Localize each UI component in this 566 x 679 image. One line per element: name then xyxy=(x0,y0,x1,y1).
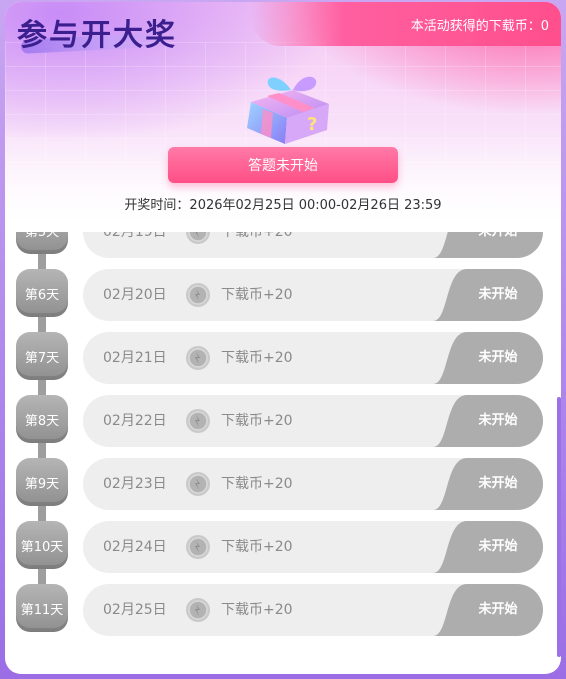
day-row: 第10天 02月24日 下载币+20 未开始 xyxy=(5,521,561,575)
day-status-label: 未开始 xyxy=(478,413,518,428)
day-date: 02月25日 xyxy=(103,602,167,618)
day-status-label: 未开始 xyxy=(478,539,518,554)
day-badge: 第8天 xyxy=(16,395,68,443)
day-status-button[interactable]: 未开始 xyxy=(423,584,543,636)
coin-icon xyxy=(186,409,210,433)
day-status-button[interactable]: 未开始 xyxy=(423,395,543,447)
day-status-button[interactable]: 未开始 xyxy=(423,232,543,258)
day-status-button[interactable]: 未开始 xyxy=(423,332,543,384)
day-status-button[interactable]: 未开始 xyxy=(423,269,543,321)
day-row: 第11天 02月25日 下载币+20 未开始 xyxy=(5,584,561,638)
svg-text:?: ? xyxy=(307,114,317,135)
coin-icon xyxy=(186,598,210,622)
lottery-panel: 参与开大奖 本活动获得的下载币：0 ? 答题未开始 开奖时间：2026年02月2… xyxy=(5,2,561,674)
day-row: 第7天 02月21日 下载币+20 未开始 xyxy=(5,332,561,386)
day-reward: 下载币+20 xyxy=(221,476,293,492)
day-reward: 下载币+20 xyxy=(221,602,293,618)
day-status-label: 未开始 xyxy=(478,287,518,302)
day-badge: 第9天 xyxy=(16,458,68,506)
day-status-label: 未开始 xyxy=(478,476,518,491)
day-badge: 第11天 xyxy=(16,584,68,632)
day-status-label: 未开始 xyxy=(453,232,543,258)
day-card: 02月21日 下载币+20 未开始 xyxy=(83,332,543,384)
day-row: 第9天 02月23日 下载币+20 未开始 xyxy=(5,458,561,512)
coin-icon xyxy=(186,232,210,244)
coin-balance-text: 本活动获得的下载币：0 xyxy=(410,18,549,34)
day-date: 02月20日 xyxy=(103,287,167,303)
day-card: 02月23日 下载币+20 未开始 xyxy=(83,458,543,510)
day-row: 第5天 02月19日 下载币+20 未开始 xyxy=(5,232,561,260)
gift-box-icon: ? xyxy=(247,76,329,144)
day-reward: 下载币+20 xyxy=(221,232,293,240)
hero-banner: 参与开大奖 本活动获得的下载币：0 ? 答题未开始 开奖时间：2026年02月2… xyxy=(5,2,561,232)
day-badge: 第7天 xyxy=(16,332,68,380)
coin-icon xyxy=(186,283,210,307)
quiz-status-label: 答题未开始 xyxy=(248,158,318,174)
day-card: 02月20日 下载币+20 未开始 xyxy=(83,269,543,321)
day-card: 02月24日 下载币+20 未开始 xyxy=(83,521,543,573)
page-title: 参与开大奖 xyxy=(17,18,177,53)
day-status-label: 未开始 xyxy=(478,350,518,365)
day-date: 02月24日 xyxy=(103,539,167,555)
title-block: 参与开大奖 xyxy=(17,10,177,54)
day-row: 第8天 02月22日 下载币+20 未开始 xyxy=(5,395,561,449)
day-badge: 第10天 xyxy=(16,521,68,569)
quiz-status-button[interactable]: 答题未开始 xyxy=(168,147,398,183)
day-badge: 第5天 xyxy=(16,232,68,254)
day-reward: 下载币+20 xyxy=(221,539,293,555)
day-status-button[interactable]: 未开始 xyxy=(423,458,543,510)
day-date: 02月19日 xyxy=(103,232,167,240)
day-date: 02月23日 xyxy=(103,476,167,492)
day-status-button[interactable]: 未开始 xyxy=(423,521,543,573)
day-row: 第6天 02月20日 下载币+20 未开始 xyxy=(5,269,561,323)
coin-balance-badge: 本活动获得的下载币：0 xyxy=(251,2,561,46)
day-date: 02月22日 xyxy=(103,413,167,429)
day-reward: 下载币+20 xyxy=(221,413,293,429)
scrollbar[interactable] xyxy=(557,397,561,657)
day-reward: 下载币+20 xyxy=(221,350,293,366)
coin-icon xyxy=(186,346,210,370)
day-date: 02月21日 xyxy=(103,350,167,366)
draw-time: 开奖时间：2026年02月25日 00:00-02月26日 23:59 xyxy=(124,198,442,213)
daily-reward-list[interactable]: 第5天 02月19日 下载币+20 未开始 第6天 02月20日 xyxy=(5,232,561,674)
coin-icon xyxy=(186,472,210,496)
day-card: 02月19日 下载币+20 未开始 xyxy=(83,232,543,258)
coin-icon xyxy=(186,535,210,559)
day-reward: 下载币+20 xyxy=(221,287,293,303)
day-status-label: 未开始 xyxy=(478,602,518,617)
day-card: 02月22日 下载币+20 未开始 xyxy=(83,395,543,447)
day-badge: 第6天 xyxy=(16,269,68,317)
day-card: 02月25日 下载币+20 未开始 xyxy=(83,584,543,636)
